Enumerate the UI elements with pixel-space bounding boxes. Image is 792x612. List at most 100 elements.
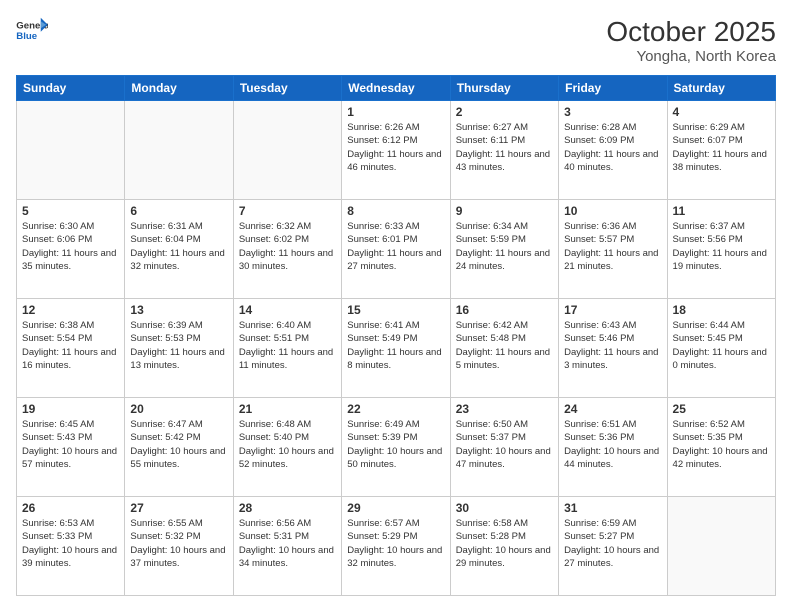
calendar-cell: 5 Sunrise: 6:30 AM Sunset: 6:06 PM Daylig… (17, 200, 125, 299)
logo: General Blue (16, 16, 48, 44)
calendar-cell: 14Sunrise: 6:40 AM Sunset: 5:51 PM Dayli… (233, 299, 341, 398)
calendar-cell: 21 Sunrise: 6:48 AM Sunset: 5:40 PM Dayli… (233, 398, 341, 497)
day-number: 23 (456, 402, 553, 416)
calendar-cell: 3 Sunrise: 6:28 AM Sunset: 6:09 PM Daylig… (559, 101, 667, 200)
calendar-cell: 6 Sunrise: 6:31 AM Sunset: 6:04 PM Daylig… (125, 200, 233, 299)
day-detail: Sunrise: 6:51 AM Sunset: 5:36 PM Dayligh… (564, 418, 661, 471)
page-header: General Blue October 2025 Yongha, North … (16, 16, 776, 65)
day-detail: Sunrise: 6:32 AM Sunset: 6:02 PM Dayligh… (239, 220, 336, 273)
day-number: 30 (456, 501, 553, 515)
day-number: 27 (130, 501, 227, 515)
title-block: October 2025 Yongha, North Korea (606, 16, 776, 65)
calendar-cell: 25Sunrise: 6:52 AM Sunset: 5:35 PM Dayli… (667, 398, 775, 497)
weekday-header-row: SundayMondayTuesdayWednesdayThursdayFrid… (17, 76, 776, 101)
day-number: 14 (239, 303, 336, 317)
calendar-cell: 19Sunrise: 6:45 AM Sunset: 5:43 PM Dayli… (17, 398, 125, 497)
calendar-cell: 23 Sunrise: 6:50 AM Sunset: 5:37 PM Dayli… (450, 398, 558, 497)
day-detail: Sunrise: 6:27 AM Sunset: 6:11 PM Dayligh… (456, 121, 553, 174)
day-detail: Sunrise: 6:31 AM Sunset: 6:04 PM Dayligh… (130, 220, 227, 273)
day-number: 21 (239, 402, 336, 416)
day-number: 1 (347, 105, 444, 119)
weekday-header-wednesday: Wednesday (342, 76, 450, 101)
calendar-location: Yongha, North Korea (606, 48, 776, 65)
day-detail: Sunrise: 6:39 AM Sunset: 5:53 PM Dayligh… (130, 319, 227, 372)
calendar-cell: 11 Sunrise: 6:37 AM Sunset: 5:56 PM Dayli… (667, 200, 775, 299)
calendar-cell (667, 497, 775, 596)
calendar-cell: 15 Sunrise: 6:41 AM Sunset: 5:49 PM Dayli… (342, 299, 450, 398)
svg-text:Blue: Blue (16, 31, 37, 42)
calendar-week-row: 1 Sunrise: 6:26 AM Sunset: 6:12 PM Daylig… (17, 101, 776, 200)
day-detail: Sunrise: 6:38 AM Sunset: 5:54 PM Dayligh… (22, 319, 119, 372)
calendar-week-row: 19Sunrise: 6:45 AM Sunset: 5:43 PM Dayli… (17, 398, 776, 497)
day-detail: Sunrise: 6:49 AM Sunset: 5:39 PM Dayligh… (347, 418, 444, 471)
day-number: 16 (456, 303, 553, 317)
weekday-header-tuesday: Tuesday (233, 76, 341, 101)
calendar-cell: 17 Sunrise: 6:43 AM Sunset: 5:46 PM Dayli… (559, 299, 667, 398)
day-number: 19 (22, 402, 119, 416)
day-number: 5 (22, 204, 119, 218)
day-detail: Sunrise: 6:26 AM Sunset: 6:12 PM Dayligh… (347, 121, 444, 174)
day-number: 13 (130, 303, 227, 317)
day-detail: Sunrise: 6:59 AM Sunset: 5:27 PM Dayligh… (564, 517, 661, 570)
calendar-cell: 28Sunrise: 6:56 AM Sunset: 5:31 PM Dayli… (233, 497, 341, 596)
day-number: 4 (673, 105, 770, 119)
day-detail: Sunrise: 6:34 AM Sunset: 5:59 PM Dayligh… (456, 220, 553, 273)
calendar-week-row: 12Sunrise: 6:38 AM Sunset: 5:54 PM Dayli… (17, 299, 776, 398)
day-number: 8 (347, 204, 444, 218)
weekday-header-saturday: Saturday (667, 76, 775, 101)
calendar-cell: 12Sunrise: 6:38 AM Sunset: 5:54 PM Dayli… (17, 299, 125, 398)
day-detail: Sunrise: 6:36 AM Sunset: 5:57 PM Dayligh… (564, 220, 661, 273)
day-number: 3 (564, 105, 661, 119)
calendar-week-row: 5 Sunrise: 6:30 AM Sunset: 6:06 PM Daylig… (17, 200, 776, 299)
calendar-cell: 30 Sunrise: 6:58 AM Sunset: 5:28 PM Dayli… (450, 497, 558, 596)
calendar-cell (17, 101, 125, 200)
day-detail: Sunrise: 6:30 AM Sunset: 6:06 PM Dayligh… (22, 220, 119, 273)
day-detail: Sunrise: 6:50 AM Sunset: 5:37 PM Dayligh… (456, 418, 553, 471)
weekday-header-thursday: Thursday (450, 76, 558, 101)
weekday-header-friday: Friday (559, 76, 667, 101)
day-detail: Sunrise: 6:42 AM Sunset: 5:48 PM Dayligh… (456, 319, 553, 372)
calendar-cell (233, 101, 341, 200)
day-number: 17 (564, 303, 661, 317)
day-detail: Sunrise: 6:48 AM Sunset: 5:40 PM Dayligh… (239, 418, 336, 471)
calendar-cell: 31 Sunrise: 6:59 AM Sunset: 5:27 PM Dayli… (559, 497, 667, 596)
calendar-cell: 1 Sunrise: 6:26 AM Sunset: 6:12 PM Daylig… (342, 101, 450, 200)
calendar-cell: 10Sunrise: 6:36 AM Sunset: 5:57 PM Dayli… (559, 200, 667, 299)
day-number: 18 (673, 303, 770, 317)
calendar-cell: 13 Sunrise: 6:39 AM Sunset: 5:53 PM Dayli… (125, 299, 233, 398)
calendar-cell: 20 Sunrise: 6:47 AM Sunset: 5:42 PM Dayli… (125, 398, 233, 497)
day-detail: Sunrise: 6:29 AM Sunset: 6:07 PM Dayligh… (673, 121, 770, 174)
day-number: 28 (239, 501, 336, 515)
weekday-header-monday: Monday (125, 76, 233, 101)
calendar-cell (125, 101, 233, 200)
day-number: 31 (564, 501, 661, 515)
day-number: 9 (456, 204, 553, 218)
calendar-cell: 27 Sunrise: 6:55 AM Sunset: 5:32 PM Dayli… (125, 497, 233, 596)
calendar-cell: 24 Sunrise: 6:51 AM Sunset: 5:36 PM Dayli… (559, 398, 667, 497)
calendar-cell: 29Sunrise: 6:57 AM Sunset: 5:29 PM Dayli… (342, 497, 450, 596)
day-detail: Sunrise: 6:55 AM Sunset: 5:32 PM Dayligh… (130, 517, 227, 570)
day-number: 11 (673, 204, 770, 218)
day-number: 20 (130, 402, 227, 416)
day-detail: Sunrise: 6:41 AM Sunset: 5:49 PM Dayligh… (347, 319, 444, 372)
calendar-cell: 26Sunrise: 6:53 AM Sunset: 5:33 PM Dayli… (17, 497, 125, 596)
calendar-cell: 22Sunrise: 6:49 AM Sunset: 5:39 PM Dayli… (342, 398, 450, 497)
day-number: 6 (130, 204, 227, 218)
day-detail: Sunrise: 6:47 AM Sunset: 5:42 PM Dayligh… (130, 418, 227, 471)
day-detail: Sunrise: 6:33 AM Sunset: 6:01 PM Dayligh… (347, 220, 444, 273)
calendar-week-row: 26Sunrise: 6:53 AM Sunset: 5:33 PM Dayli… (17, 497, 776, 596)
day-number: 15 (347, 303, 444, 317)
calendar-table: SundayMondayTuesdayWednesdayThursdayFrid… (16, 75, 776, 596)
day-number: 24 (564, 402, 661, 416)
day-detail: Sunrise: 6:43 AM Sunset: 5:46 PM Dayligh… (564, 319, 661, 372)
day-detail: Sunrise: 6:28 AM Sunset: 6:09 PM Dayligh… (564, 121, 661, 174)
day-detail: Sunrise: 6:57 AM Sunset: 5:29 PM Dayligh… (347, 517, 444, 570)
calendar-cell: 16 Sunrise: 6:42 AM Sunset: 5:48 PM Dayli… (450, 299, 558, 398)
calendar-cell: 7Sunrise: 6:32 AM Sunset: 6:02 PM Daylig… (233, 200, 341, 299)
day-detail: Sunrise: 6:53 AM Sunset: 5:33 PM Dayligh… (22, 517, 119, 570)
weekday-header-sunday: Sunday (17, 76, 125, 101)
calendar-cell: 18Sunrise: 6:44 AM Sunset: 5:45 PM Dayli… (667, 299, 775, 398)
calendar-title: October 2025 (606, 16, 776, 48)
day-detail: Sunrise: 6:58 AM Sunset: 5:28 PM Dayligh… (456, 517, 553, 570)
day-detail: Sunrise: 6:37 AM Sunset: 5:56 PM Dayligh… (673, 220, 770, 273)
